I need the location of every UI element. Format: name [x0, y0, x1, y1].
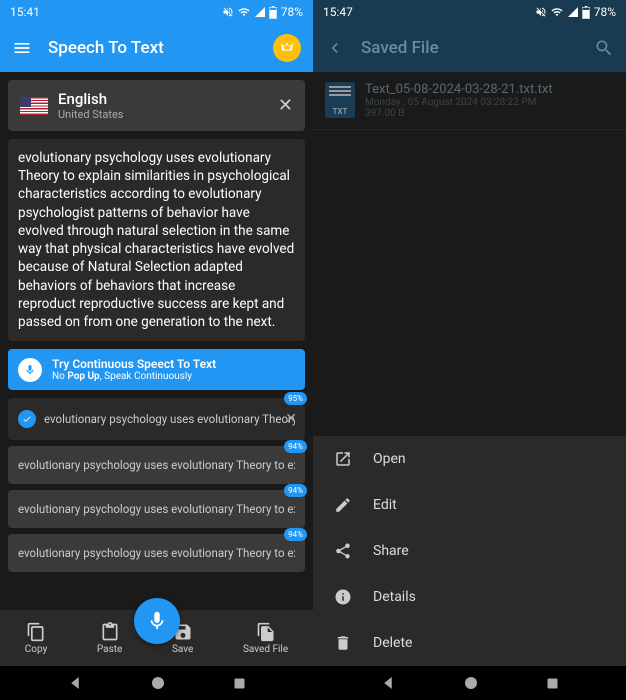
info-icon	[334, 588, 352, 606]
content-area: English United States ✕ evolutionary psy…	[0, 72, 313, 610]
nav-recent-icon[interactable]	[545, 676, 560, 691]
file-size: 397.00 B	[365, 108, 614, 119]
screen-saved-file: 15:47 78% Saved File TXT Text_05-08-2024…	[313, 0, 626, 700]
history-text: evolutionary psychology uses evolutionar…	[18, 502, 295, 516]
history-text: evolutionary psychology uses evolutionar…	[18, 458, 295, 472]
action-share[interactable]: Share	[313, 528, 626, 574]
file-date: Monday , 05 August 2024 03:28:22 PM	[365, 97, 614, 108]
app-bar: Saved File	[313, 24, 626, 72]
wifi-icon	[550, 6, 564, 18]
nav-bar	[0, 666, 313, 700]
app-bar: Speech To Text	[0, 24, 313, 72]
nav-back-icon[interactable]	[66, 674, 84, 692]
confidence-badge: 95%	[284, 392, 307, 405]
mic-button[interactable]	[134, 598, 180, 644]
close-icon[interactable]: ✕	[285, 411, 297, 427]
status-battery: 78%	[281, 5, 303, 19]
continuous-title: Try Continuous Speect To Text	[52, 357, 216, 371]
history-item[interactable]: evolutionary psychology uses evolutionar…	[8, 446, 305, 484]
action-label: Details	[373, 589, 416, 605]
history-text: evolutionary psychology uses evolutionar…	[18, 546, 295, 560]
back-icon[interactable]	[325, 38, 345, 58]
confidence-badge: 94%	[284, 484, 307, 497]
open-icon	[334, 450, 352, 468]
history-item[interactable]: evolutionary psychology uses evolutionar…	[8, 534, 305, 572]
app-title: Speech To Text	[48, 38, 257, 58]
status-icons	[535, 6, 590, 19]
continuous-subtitle: No Pop Up, Speak Continuously	[52, 371, 216, 382]
status-time: 15:41	[10, 5, 40, 19]
copy-icon	[26, 622, 46, 642]
search-icon[interactable]	[594, 38, 614, 58]
continuous-mode-card[interactable]: Try Continuous Speect To Text No Pop Up,…	[8, 349, 305, 390]
nav-back-icon[interactable]	[379, 674, 397, 692]
continuous-text: Try Continuous Speect To Text No Pop Up,…	[52, 357, 216, 382]
signal-icon	[567, 6, 579, 18]
action-label: Edit	[373, 497, 397, 513]
language-region: United States	[58, 108, 268, 121]
app-title: Saved File	[361, 38, 578, 58]
status-right: 78%	[535, 5, 616, 19]
confidence-badge: 94%	[284, 440, 307, 453]
nav-home-icon[interactable]	[463, 675, 479, 691]
file-item[interactable]: TXT Text_05-08-2024-03-28-21.txt.txt Mon…	[313, 72, 626, 130]
history-item[interactable]: evolutionary psychology uses evolutionar…	[8, 398, 305, 440]
flag-icon	[20, 97, 48, 115]
nav-bar	[313, 666, 626, 700]
check-icon	[18, 410, 36, 428]
copy-button[interactable]: Copy	[25, 622, 48, 655]
txt-file-icon: TXT	[325, 82, 355, 118]
delete-icon	[334, 634, 352, 652]
saved-file-button[interactable]: Saved File	[243, 622, 288, 655]
mic-icon	[146, 610, 168, 632]
action-label: Open	[373, 451, 406, 467]
status-battery: 78%	[594, 5, 616, 19]
mute-icon	[535, 6, 547, 18]
file-info: Text_05-08-2024-03-28-21.txt.txt Monday …	[365, 82, 614, 119]
history-text: evolutionary psychology uses evolutionar…	[44, 412, 295, 426]
action-delete[interactable]: Delete	[313, 620, 626, 666]
signal-icon	[254, 6, 266, 18]
status-bar: 15:41 78%	[0, 0, 313, 24]
wifi-icon	[237, 6, 251, 18]
status-bar: 15:47 78%	[313, 0, 626, 24]
file-name: Text_05-08-2024-03-28-21.txt.txt	[365, 82, 614, 97]
confidence-badge: 94%	[284, 528, 307, 541]
status-time: 15:47	[323, 5, 353, 19]
history-item[interactable]: evolutionary psychology uses evolutionar…	[8, 490, 305, 528]
status-icons	[222, 6, 277, 19]
file-list-dimmed: TXT Text_05-08-2024-03-28-21.txt.txt Mon…	[313, 72, 626, 436]
language-selector[interactable]: English United States ✕	[8, 80, 305, 131]
nav-home-icon[interactable]	[150, 675, 166, 691]
language-info: English United States	[58, 90, 268, 121]
action-label: Delete	[373, 635, 412, 651]
share-icon	[334, 542, 352, 560]
transcript-text[interactable]: evolutionary psychology uses evolutionar…	[8, 139, 305, 341]
crown-icon	[279, 40, 295, 56]
mute-icon	[222, 6, 234, 18]
screen-speech-to-text: 15:41 78% Speech To Text English United …	[0, 0, 313, 700]
nav-recent-icon[interactable]	[232, 676, 247, 691]
edit-icon	[334, 496, 352, 514]
action-label: Share	[373, 543, 409, 559]
battery-icon	[269, 6, 277, 19]
premium-button[interactable]	[273, 34, 301, 62]
action-edit[interactable]: Edit	[313, 482, 626, 528]
paste-button[interactable]: Paste	[97, 622, 122, 655]
action-sheet: Open Edit Share Details Delete	[313, 436, 626, 666]
menu-icon[interactable]	[12, 38, 32, 58]
mic-small-icon	[18, 358, 42, 382]
history-list: evolutionary psychology uses evolutionar…	[8, 398, 305, 572]
paste-icon	[100, 622, 120, 642]
battery-icon	[582, 6, 590, 19]
close-icon[interactable]: ✕	[278, 95, 293, 116]
files-icon	[256, 622, 276, 642]
status-right: 78%	[222, 5, 303, 19]
action-open[interactable]: Open	[313, 436, 626, 482]
action-details[interactable]: Details	[313, 574, 626, 620]
language-name: English	[58, 90, 268, 108]
